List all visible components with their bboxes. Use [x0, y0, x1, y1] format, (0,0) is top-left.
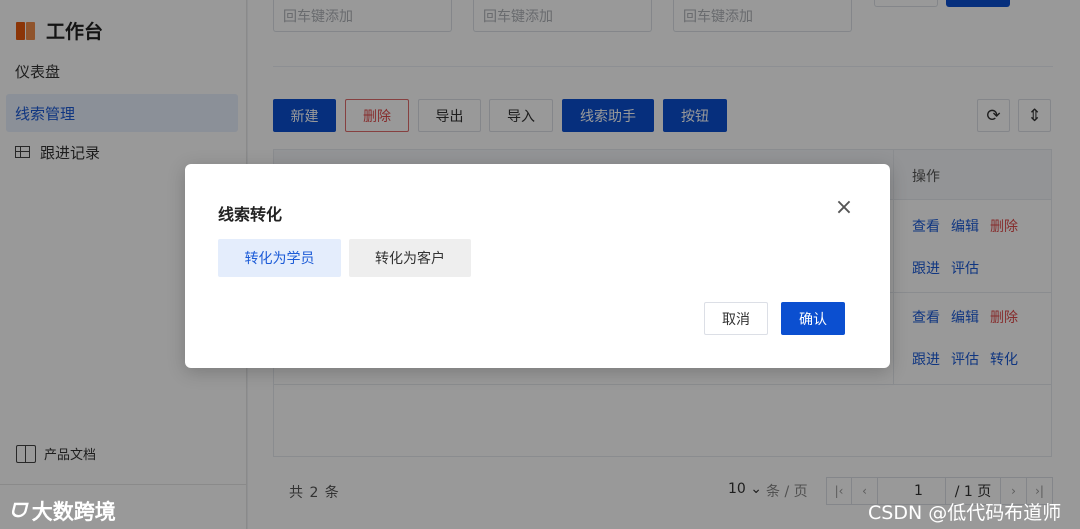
watermark-left-text: 大数跨境	[31, 500, 116, 524]
watermark-right: CSDN @低代码布道师	[868, 502, 1062, 524]
convert-to-customer-option[interactable]: 转化为客户	[349, 239, 471, 277]
confirm-button[interactable]: 确认	[781, 302, 845, 335]
convert-to-student-option[interactable]: 转化为学员	[218, 239, 341, 277]
watermark-left: ᗜ 大数跨境	[10, 496, 116, 526]
lead-conversion-dialog: 线索转化 × 转化为学员 转化为客户 取消 确认	[185, 164, 890, 368]
dialog-title: 线索转化	[218, 205, 283, 224]
close-icon[interactable]: ×	[833, 197, 855, 219]
watermark-logo-icon: ᗜ	[10, 500, 26, 522]
cancel-button[interactable]: 取消	[704, 302, 768, 335]
